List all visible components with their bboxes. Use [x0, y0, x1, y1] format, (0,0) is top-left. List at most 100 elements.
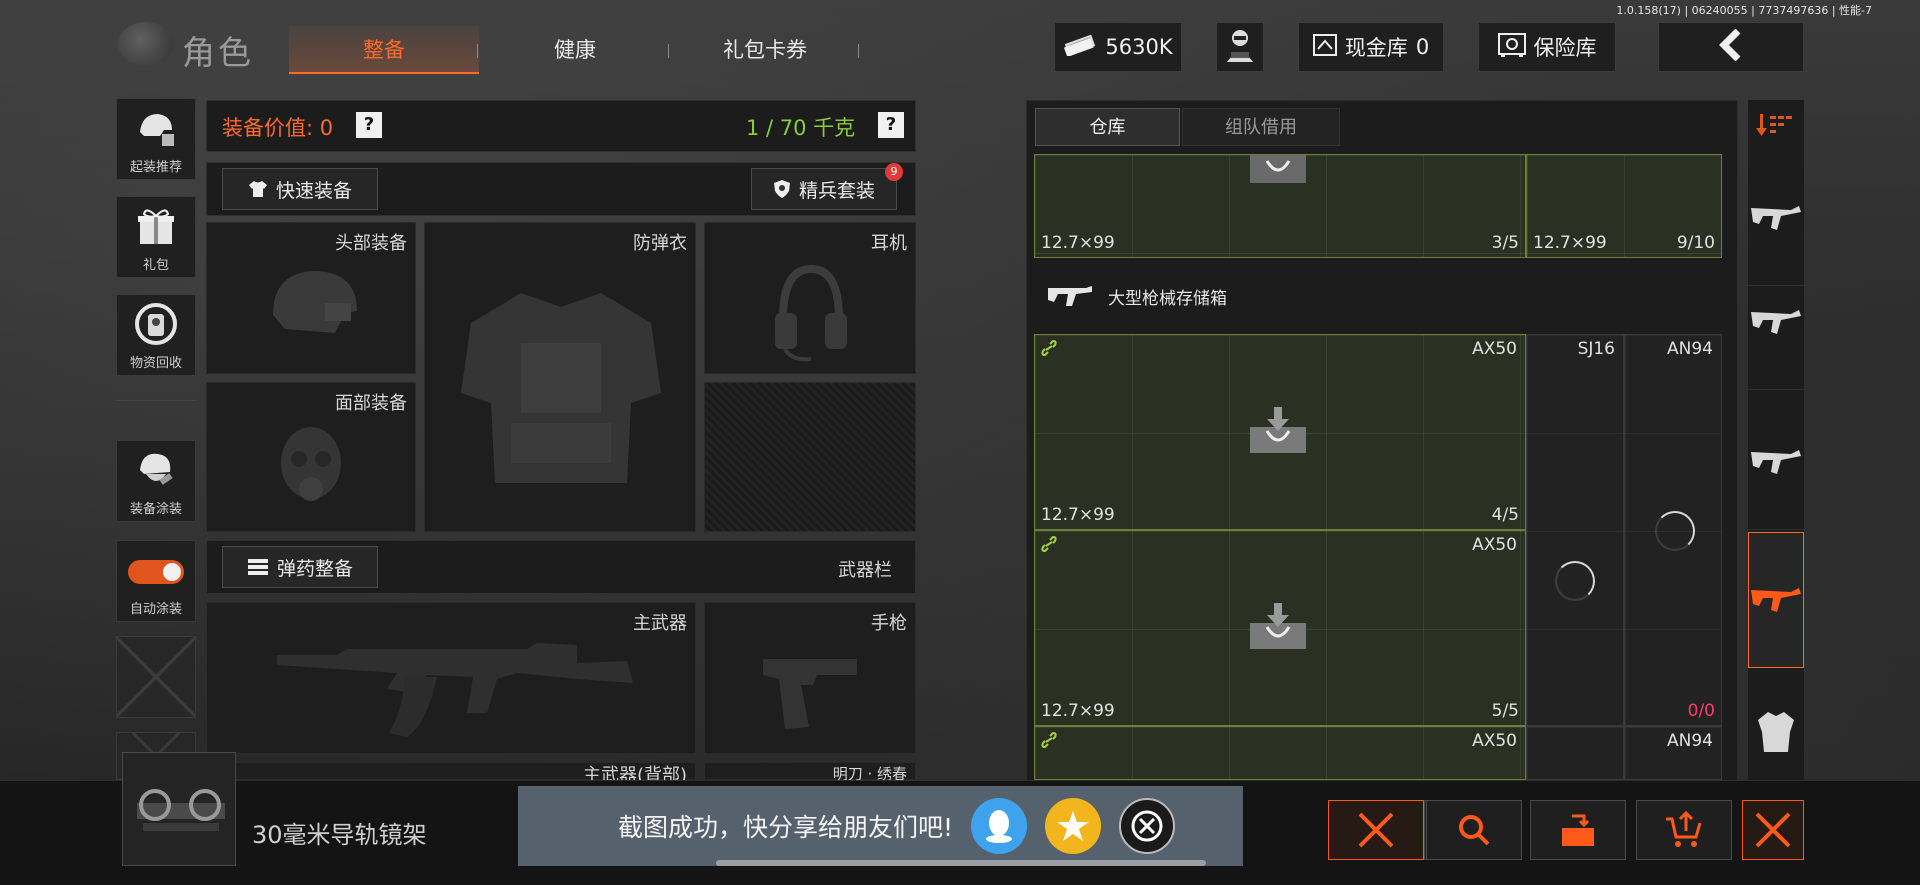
warehouse-item-an94[interactable]: AN94 0/0	[1624, 334, 1722, 726]
recycle-icon	[135, 303, 177, 345]
page-title: 角色	[182, 33, 254, 72]
close-icon	[1358, 812, 1394, 848]
more-share-icon[interactable]	[1119, 798, 1176, 854]
sidebar-recycle[interactable]: 物资回收	[116, 294, 196, 376]
selected-item-thumbnail[interactable]	[122, 752, 236, 866]
ammo-setup-button[interactable]: 弹药整备	[222, 546, 378, 588]
shirt-icon	[248, 181, 267, 197]
chevron-left-icon	[1716, 28, 1746, 66]
tab-gift-cards[interactable]: 礼包卡券	[670, 26, 860, 74]
auto-paint-toggle[interactable]	[128, 560, 184, 584]
scroll-handle[interactable]	[716, 860, 1206, 866]
category-rifle-active[interactable]	[1748, 532, 1804, 668]
helmet-gear-icon	[140, 114, 174, 146]
sidebar-gift[interactable]: 礼包	[116, 196, 196, 278]
category-rifle[interactable]	[1748, 394, 1804, 530]
category-rifle[interactable]	[1748, 254, 1804, 390]
notification-badge: 9	[885, 163, 903, 181]
slot-armor[interactable]: 防弹衣	[424, 222, 696, 532]
ammo-caliber: 12.7×99	[1041, 505, 1115, 525]
elite-set-button[interactable]: 精兵套装	[751, 168, 897, 210]
slot-face[interactable]: 面部装备	[206, 382, 416, 532]
sidebar-loadout-recommend[interactable]: 起装推荐	[116, 98, 196, 180]
shield-icon	[773, 180, 790, 198]
safe-vault-button[interactable]: 保险库	[1478, 22, 1616, 72]
discard-button[interactable]	[1328, 800, 1424, 860]
gun-name: AN94	[1667, 731, 1713, 751]
sort-icon	[1756, 114, 1792, 136]
sidebar-label: 物资回收	[129, 356, 182, 371]
download-box-icon	[1250, 407, 1306, 453]
cash-vault-button[interactable]: 现金库 0	[1298, 22, 1444, 72]
value-help-icon[interactable]: ?	[356, 112, 382, 138]
rifle-icon	[1751, 449, 1801, 474]
safe-icon	[1497, 32, 1526, 62]
ammo-setup-label: 弹药整备	[276, 557, 353, 580]
pistol-silhouette-icon	[763, 659, 857, 729]
quick-equip-button[interactable]: 快速装备	[222, 168, 378, 210]
helmet-silhouette-icon	[273, 271, 357, 333]
rifle-silhouette-icon	[277, 643, 633, 737]
tab-team-borrow[interactable]: 组队借用	[1182, 108, 1340, 146]
gun-name: AX50	[1472, 535, 1517, 555]
currency-box[interactable]: 5630K	[1054, 22, 1182, 72]
gun-name: SJ16	[1577, 339, 1615, 359]
tab-health[interactable]: 健康	[480, 26, 670, 74]
sidebar-label: 礼包	[142, 258, 169, 273]
currency-value: 5630K	[1105, 35, 1173, 59]
qzone-share-icon[interactable]	[1045, 798, 1102, 854]
equipment-weight: 1 / 70 千克	[746, 116, 856, 140]
slot-primary-back[interactable]: 主武器(背部)	[206, 762, 696, 786]
loading-spinner	[1555, 561, 1595, 601]
slot-empty-locked	[704, 382, 916, 532]
tab-warehouse[interactable]: 仓库	[1035, 108, 1180, 146]
storage-button[interactable]	[1530, 800, 1626, 860]
link-icon	[1041, 339, 1057, 357]
warehouse-item-an94[interactable]: AN94	[1624, 726, 1722, 780]
ammo-caliber: 12.7×99	[1041, 701, 1115, 721]
slot-label: 面部装备	[335, 393, 407, 414]
download-box-icon	[1250, 603, 1306, 649]
category-armor[interactable]	[1748, 684, 1804, 780]
warehouse-item-ammo-box[interactable]: 12.7×99 3/5	[1034, 154, 1526, 258]
headset-silhouette-icon	[775, 264, 847, 362]
warehouse-item-ax50[interactable]: AX50 12.7×99 4/5	[1034, 334, 1526, 530]
sort-button[interactable]	[1748, 100, 1804, 150]
close-button[interactable]	[1742, 800, 1804, 860]
equipment-value-label: 装备价值:	[222, 116, 314, 140]
warehouse-item-sj16[interactable]: SJ16	[1526, 334, 1624, 726]
equipment-value: 装备价值: 0	[222, 112, 333, 142]
warehouse-item-ax50[interactable]: AX50	[1034, 726, 1526, 780]
slot-primary-weapon[interactable]: 主武器	[206, 602, 696, 754]
cash-vault-label: 现金库	[1344, 36, 1408, 60]
search-icon	[1459, 815, 1490, 846]
quick-equip-label: 快速装备	[275, 179, 352, 202]
operator-button[interactable]	[1216, 22, 1264, 72]
slot-melee[interactable]: 明刀 · 绣春	[704, 762, 916, 783]
weapon-bar-label: 武器栏	[838, 560, 892, 581]
warehouse-item-ammo-box[interactable]: 12.7×99 9/10	[1526, 154, 1722, 258]
scope-mount-icon	[137, 789, 225, 831]
sell-button[interactable]	[1636, 800, 1732, 860]
warehouse-item-ax50[interactable]: AX50 12.7×99 5/5	[1034, 530, 1526, 726]
slot-headset[interactable]: 耳机	[704, 222, 916, 374]
armor-silhouette-icon	[461, 293, 661, 483]
ammo-count: 4/5	[1491, 505, 1519, 525]
sidebar-paint-gear[interactable]: 装备涂装	[116, 440, 196, 522]
slot-head[interactable]: 头部装备	[206, 222, 416, 374]
operator-avatar-icon	[1225, 28, 1255, 67]
sidebar-auto-paint[interactable]: 自动涂装	[116, 540, 196, 622]
cart-upload-icon	[1666, 811, 1702, 847]
version-info: 1.0.158(17) | 06240055 | 7737497636 | 性能…	[1616, 4, 1872, 17]
back-button[interactable]	[1658, 22, 1804, 72]
search-button[interactable]	[1426, 800, 1522, 860]
weight-help-icon[interactable]: ?	[878, 112, 904, 138]
slot-label: 头部装备	[335, 233, 407, 254]
qq-share-icon[interactable]	[971, 798, 1028, 854]
link-icon	[1041, 535, 1057, 553]
tab-equip[interactable]: 整备	[289, 26, 479, 74]
rifle-icon	[1751, 205, 1801, 230]
slot-pistol[interactable]: 手枪	[704, 602, 916, 754]
tab-divider	[858, 44, 859, 58]
paint-helmet-icon	[140, 453, 173, 485]
